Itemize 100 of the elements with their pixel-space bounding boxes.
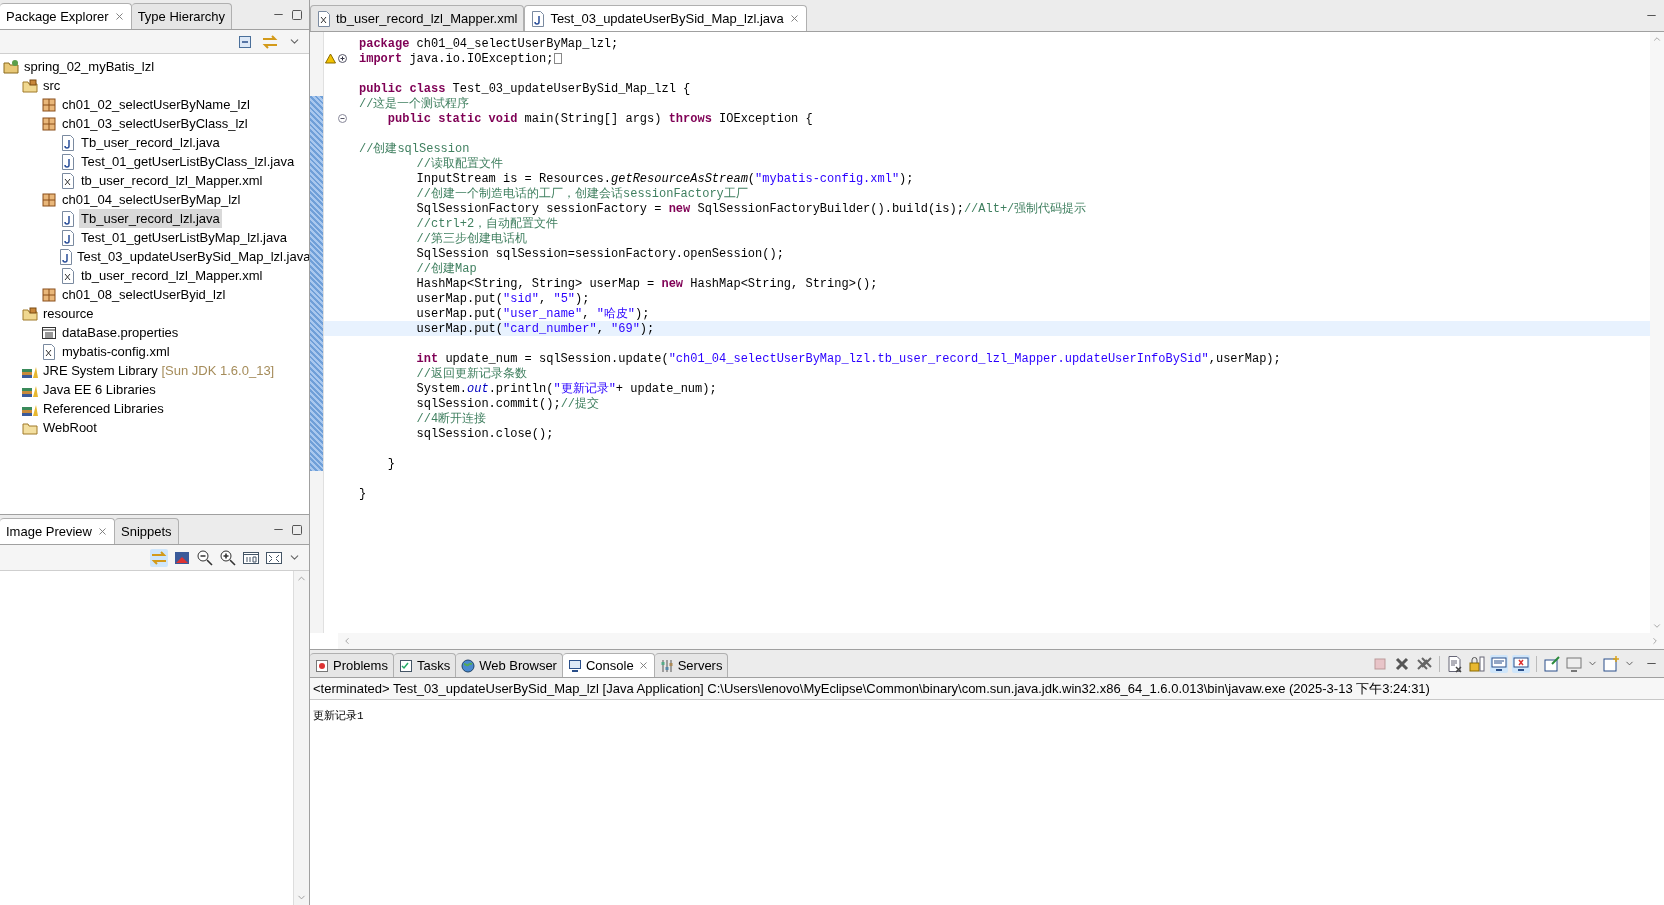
tree-item[interactable]: tb_user_record_lzl_Mapper.xml (79, 265, 265, 286)
close-icon[interactable] (788, 13, 800, 24)
sliders-icon (659, 658, 674, 673)
code-line: } (359, 485, 367, 503)
tree-item[interactable]: ch01_08_selectUserByid_lzl (60, 284, 228, 305)
tree-item[interactable]: spring_02_myBatis_lzl (22, 56, 157, 77)
close-icon[interactable] (637, 660, 649, 671)
tree-item[interactable]: ch01_04_selectUserByMap_lzl (60, 189, 243, 210)
console-output: 更新记录1 (313, 710, 364, 722)
code-line: SqlSessionFactory sessionFactory = new SqlSessionFactoryBuilder().build(is);//Alt+/强制代码提示 (416, 200, 1087, 217)
close-icon[interactable] (113, 11, 125, 22)
package-icon (41, 191, 57, 208)
code-line: userMap.put("user_name", "哈皮"); (416, 305, 650, 323)
scroll-lock-icon[interactable] (1468, 654, 1486, 673)
view-tab[interactable]: Problems (310, 653, 394, 677)
xml-file-icon (61, 172, 75, 189)
console-header: <terminated> Test_03_updateUserBySid_Map_lzl [Java Application] C:\Users\lenovo\MyEclipse\Common\binary\com.sun.java.jdk.win32.x86_64_1.6.0.013\bin\javaw.exe (2025-3-13 下午3:24:31) (310, 678, 1664, 700)
tree-item[interactable]: Tb_user_record_lzl.java (79, 132, 222, 153)
view-tab[interactable]: Console (562, 653, 655, 677)
view-tab[interactable]: Type Hierarchy (131, 3, 233, 29)
java-file-icon (61, 153, 75, 170)
view-tab[interactable]: Snippets (115, 518, 179, 544)
code-line: import java.io.IOException; (359, 50, 554, 68)
folded-code-marker[interactable] (554, 53, 563, 64)
java-file-icon (61, 134, 75, 151)
close-icon[interactable] (97, 526, 108, 537)
tree-item[interactable]: dataBase.properties (60, 322, 181, 343)
tree-item[interactable]: ch01_02_selectUserByName_lzl (60, 94, 252, 115)
tree-item[interactable]: WebRoot (41, 417, 99, 438)
view-tab[interactable]: Web Browser (456, 653, 563, 677)
error-monitor-icon[interactable] (1512, 654, 1530, 673)
code-line: //4断开连接 (416, 410, 487, 428)
zoom-in-icon[interactable] (219, 548, 237, 567)
tree-item[interactable]: mybatis-config.xml (60, 341, 172, 362)
source-folder-icon (22, 77, 38, 94)
view-tab[interactable]: Tasks (393, 653, 457, 677)
package-icon (41, 286, 57, 303)
tree-item[interactable]: Java EE 6 Libraries (41, 379, 158, 400)
editor-tab[interactable]: tb_user_record_lzl_Mapper.xml (310, 5, 525, 31)
code-line: //读取配置文件 (416, 155, 503, 173)
globe-icon (461, 658, 476, 673)
code-line: //创建sqlSession (359, 140, 470, 157)
monitor-icon (567, 658, 582, 673)
tree-item[interactable]: Test_01_getUserListByClass_lzl.java (79, 151, 297, 172)
code-line: //创建Map (416, 260, 477, 278)
maximize-icon[interactable] (291, 523, 303, 536)
xml-file-icon (61, 267, 75, 284)
code-line: public static void main(String[] args) throws IOException { (387, 110, 813, 128)
monitor-icon[interactable] (1490, 654, 1508, 673)
link-arrows-icon[interactable] (262, 34, 278, 49)
code-line: //ctrl+2，自动配置文件 (416, 215, 559, 232)
tree-item[interactable]: Tb_user_record_lzl.java (79, 208, 222, 229)
clear-console-icon[interactable] (1446, 654, 1464, 673)
code-line: //创建一个制造电话的工厂，创建会话sessionFactory工厂 (416, 185, 748, 203)
tree-item[interactable]: src (41, 75, 63, 96)
code-line: userMap.put("card_number", "69"); (416, 320, 655, 338)
package-icon (41, 115, 57, 132)
package-icon (41, 96, 57, 113)
java-file-icon (59, 248, 73, 265)
code-line: //返回更新记录条数 (416, 365, 527, 383)
view-tab[interactable]: Image Preview (0, 518, 115, 544)
code-line: InputStream is = Resources.getResourceAsStream("mybatis-config.xml"); (416, 170, 914, 187)
display-icon[interactable] (1565, 654, 1583, 673)
xml-file-icon (42, 343, 56, 360)
tree-item[interactable]: tb_user_record_lzl_Mapper.xml (79, 170, 265, 191)
checklist-icon (398, 658, 413, 673)
java-file-icon (531, 10, 546, 27)
code-line: sqlSession.commit();//提交 (416, 395, 600, 412)
view-tab[interactable]: Servers (654, 653, 729, 677)
code-line: SqlSession sqlSession=sessionFactory.openSession(); (416, 245, 784, 262)
tree-item[interactable]: JRE System Library [Sun JDK 1.6.0_13] (41, 360, 277, 381)
view-tab[interactable]: Package Explorer (0, 3, 132, 29)
zoom-out-icon[interactable] (196, 548, 214, 567)
collapse-all-icon[interactable] (238, 34, 252, 49)
link-arrows-icon[interactable] (150, 548, 168, 567)
tree-item[interactable]: Test_01_getUserListByMap_lzl.java (79, 227, 289, 248)
code-line: userMap.put("sid", "5"); (416, 290, 590, 308)
tree-item[interactable]: Referenced Libraries (41, 398, 166, 419)
code-line: //这是一个测试程序 (359, 95, 470, 113)
new-console-icon[interactable] (1602, 654, 1620, 673)
java-file-icon (61, 210, 75, 227)
expand-icon[interactable] (337, 54, 347, 63)
tree-item[interactable]: resource (41, 303, 96, 324)
project-folder-icon (3, 58, 19, 75)
xml-file-icon (317, 10, 331, 27)
pin-icon[interactable] (1543, 654, 1561, 673)
java-file-icon (61, 229, 75, 246)
editor-tab[interactable]: Test_03_updateUserBySid_Map_lzl.java (524, 5, 807, 31)
source-folder-icon (22, 305, 38, 322)
code-line: } (387, 455, 395, 473)
code-line: HashMap<String, String> userMap = new HashMap<String, String>(); (416, 275, 878, 293)
maximize-icon[interactable] (291, 8, 303, 21)
properties-file-icon (41, 324, 57, 341)
collapse-icon[interactable] (337, 114, 347, 123)
problems-icon (315, 658, 329, 673)
code-line: public class Test_03_updateUserBySid_Map_lzl { (359, 80, 691, 97)
code-line: System.out.println("更新记录"+ update_num); (416, 380, 717, 397)
tree-item[interactable]: ch01_03_selectUserByClass_lzl (60, 113, 250, 134)
code-line: sqlSession.close(); (416, 425, 554, 443)
code-line: int update_num = sqlSession.update("ch01_04_selectUserByMap_lzl.tb_user_record_lzl_Mapper.updateUserInfoBySid",userMap); (416, 350, 1281, 367)
